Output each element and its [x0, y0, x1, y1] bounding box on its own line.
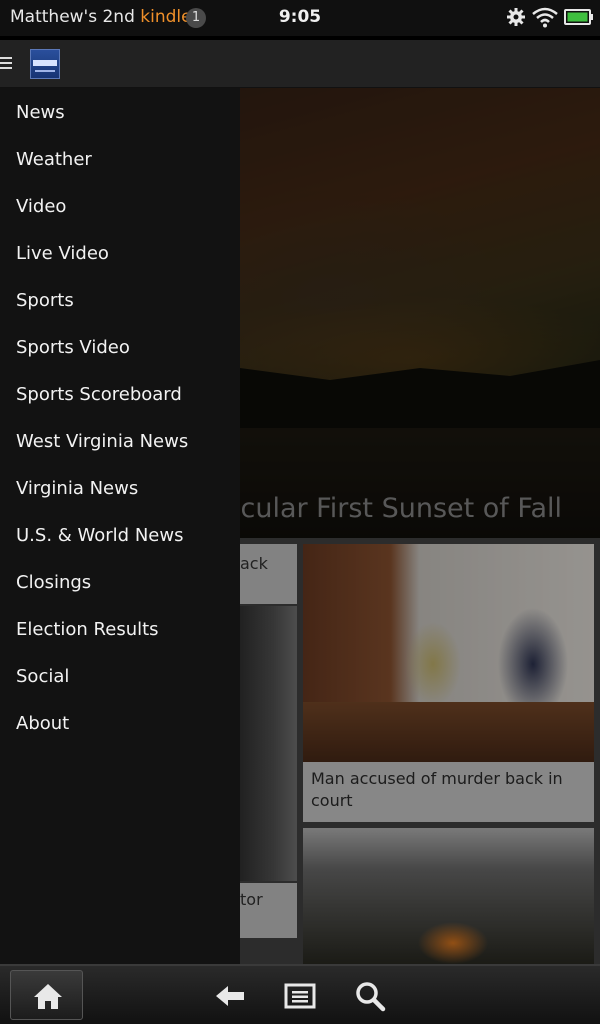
menu-item-closings[interactable]: Closings	[0, 559, 240, 606]
menu-item-weather[interactable]: Weather	[0, 136, 240, 183]
home-icon	[34, 984, 62, 1009]
logo-bar	[33, 60, 57, 66]
back-icon[interactable]	[214, 980, 246, 1012]
menu-item-social[interactable]: Social	[0, 653, 240, 700]
menu-item-sports-video[interactable]: Sports Video	[0, 324, 240, 371]
menu-item-about[interactable]: About	[0, 700, 240, 747]
menu-item-sports-scoreboard[interactable]: Sports Scoreboard	[0, 371, 240, 418]
search-icon[interactable]	[354, 980, 386, 1012]
wifi-icon	[532, 7, 558, 28]
side-menu: News Weather Video Live Video Sports Spo…	[0, 88, 240, 964]
menu-item-west-virginia-news[interactable]: West Virginia News	[0, 418, 240, 465]
menu-item-us-world-news[interactable]: U.S. & World News	[0, 512, 240, 559]
menu-list-icon[interactable]	[284, 980, 316, 1012]
gear-icon[interactable]	[506, 7, 526, 27]
logo-line	[35, 70, 55, 72]
wvva-logo[interactable]	[30, 49, 60, 79]
menu-item-election-results[interactable]: Election Results	[0, 606, 240, 653]
menu-item-video[interactable]: Video	[0, 183, 240, 230]
app-bar	[0, 40, 600, 88]
hamburger-menu-icon[interactable]	[0, 55, 14, 71]
menu-item-virginia-news[interactable]: Virginia News	[0, 465, 240, 512]
menu-item-news[interactable]: News	[0, 89, 240, 136]
status-bar: Matthew's 2nd kindle 1 9:05	[0, 0, 600, 36]
bottom-nav-bar	[0, 964, 600, 1024]
menu-item-sports[interactable]: Sports	[0, 277, 240, 324]
battery-icon	[564, 9, 593, 25]
home-button[interactable]	[10, 970, 83, 1020]
menu-item-live-video[interactable]: Live Video	[0, 230, 240, 277]
